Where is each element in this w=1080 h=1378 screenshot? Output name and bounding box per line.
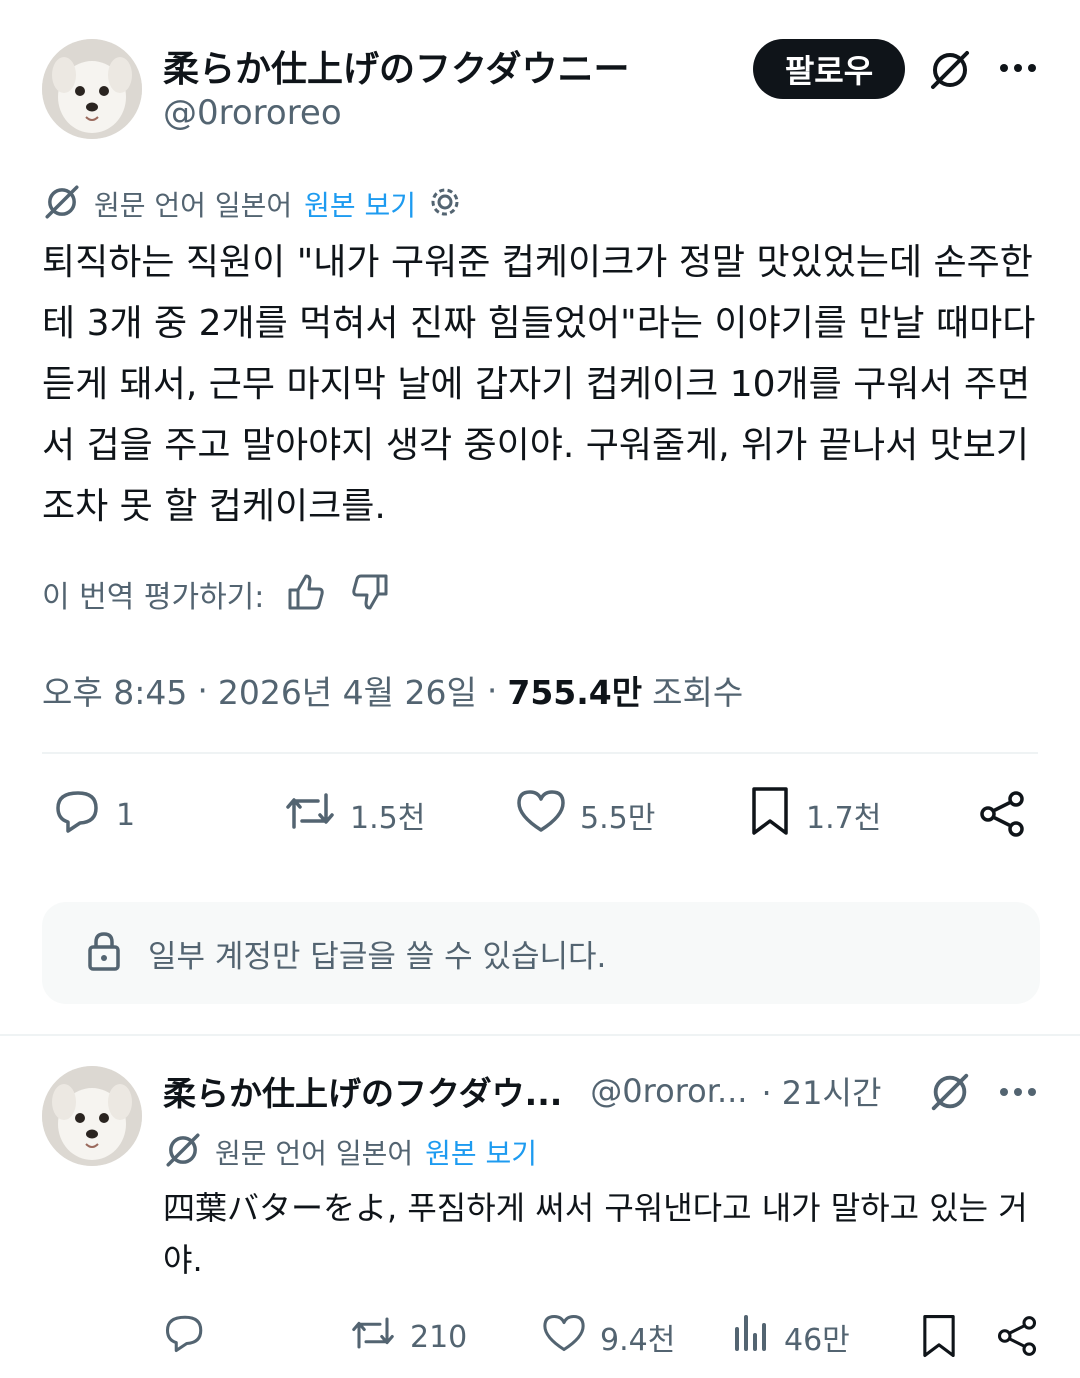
like-icon xyxy=(516,788,566,842)
reply-show-original-link[interactable]: 원본 보기 xyxy=(425,1132,537,1172)
translation-bar: 원문 언어 일본어 원본 보기 xyxy=(42,182,462,226)
like-count: 5.5만 xyxy=(580,801,656,836)
repost-icon xyxy=(284,787,336,843)
reply-button[interactable]: 1 xyxy=(54,790,135,840)
reply-author-handle[interactable]: @0roror... xyxy=(590,1072,747,1110)
reply-like-button[interactable]: 9.4천 xyxy=(542,1314,675,1360)
bookmark-icon xyxy=(748,785,792,845)
translate-icon[interactable] xyxy=(924,1068,976,1116)
like-icon xyxy=(542,1313,586,1361)
bookmark-icon[interactable] xyxy=(916,1310,962,1362)
like-button[interactable]: 5.5만 xyxy=(516,790,655,840)
tweet-time[interactable]: 오후 8:45 xyxy=(42,666,187,714)
repost-count: 1.5천 xyxy=(350,801,426,836)
tweet-text: 퇴직하는 직원이 "내가 구워준 컵케이크가 정말 맛있었는데 손주한테 3개 … xyxy=(42,242,1036,527)
reply-source-language-label: 원문 언어 일본어 xyxy=(215,1137,414,1170)
reply-count: 1 xyxy=(116,797,136,833)
reply-icon xyxy=(54,787,102,843)
author-name[interactable]: 柔らか仕上げのフクダウニー xyxy=(163,40,630,92)
separator-dot: · xyxy=(197,670,208,710)
rate-translation: 이 번역 평가하기: xyxy=(42,570,392,618)
rate-translation-label: 이 번역 평가하기: xyxy=(42,580,265,615)
reply-views-button[interactable]: 46만 xyxy=(732,1314,850,1360)
reply-text: 四葉バターをよ, 푸짐하게 써서 구워낸다고 내가 말하고 있는 거야. xyxy=(163,1189,1028,1279)
divider xyxy=(42,752,1038,754)
translate-icon[interactable] xyxy=(924,44,976,96)
separator-dot: · xyxy=(486,670,498,710)
repost-button[interactable]: 1.5천 xyxy=(284,790,425,840)
thumbs-down-icon[interactable] xyxy=(348,570,392,618)
reply-restriction-text: 일부 계정만 답글을 쓸 수 있습니다. xyxy=(148,938,607,975)
avatar[interactable] xyxy=(42,39,142,139)
reply-author-name[interactable]: 柔らか仕上げのフクダウ... xyxy=(163,1067,562,1115)
view-count-label: 조회수 xyxy=(652,673,744,712)
reply-restriction-notice: 일부 계정만 답글을 쓸 수 있습니다. xyxy=(42,902,1040,1004)
reply-reply-button[interactable] xyxy=(164,1314,220,1360)
show-original-link[interactable]: 원본 보기 xyxy=(304,184,416,224)
lock-icon xyxy=(86,931,122,975)
reply-view-count: 46만 xyxy=(784,1323,850,1358)
share-icon[interactable] xyxy=(976,788,1028,840)
reply-translation-bar: 원문 언어 일본어 원본 보기 xyxy=(163,1130,537,1174)
views-icon xyxy=(732,1313,770,1361)
translate-icon xyxy=(163,1130,203,1174)
reply-avatar[interactable] xyxy=(42,1066,142,1166)
follow-button[interactable]: 팔로우 xyxy=(753,39,905,99)
settings-icon[interactable] xyxy=(428,185,462,223)
tweet-meta: 오후 8:45 · 2026년 4월 26일 · 755.4만 조회수 xyxy=(42,666,743,714)
bookmark-button[interactable]: 1.7천 xyxy=(748,785,882,845)
translate-icon xyxy=(42,182,82,226)
divider xyxy=(0,1034,1080,1036)
reply-time[interactable]: · 21시간 xyxy=(761,1068,881,1114)
source-language-label: 원문 언어 일본어 xyxy=(94,189,293,222)
reply-repost-count: 210 xyxy=(410,1319,468,1355)
share-icon[interactable] xyxy=(994,1312,1040,1360)
view-count: 755.4만 xyxy=(507,673,643,712)
more-icon[interactable] xyxy=(994,1072,1042,1112)
thumbs-up-icon[interactable] xyxy=(284,570,328,618)
more-icon[interactable] xyxy=(994,48,1042,88)
reply-repost-button[interactable]: 210 xyxy=(350,1314,467,1360)
author-handle[interactable]: @0rororeo xyxy=(163,93,342,133)
reply-like-count: 9.4천 xyxy=(600,1323,676,1358)
repost-icon xyxy=(350,1312,396,1362)
bookmark-count: 1.7천 xyxy=(806,801,882,836)
reply-header: 柔らか仕上げのフクダウ... @0roror... · 21시간 xyxy=(163,1068,881,1114)
tweet-date[interactable]: 2026년 4월 26일 xyxy=(218,666,477,714)
reply-icon xyxy=(164,1312,206,1362)
